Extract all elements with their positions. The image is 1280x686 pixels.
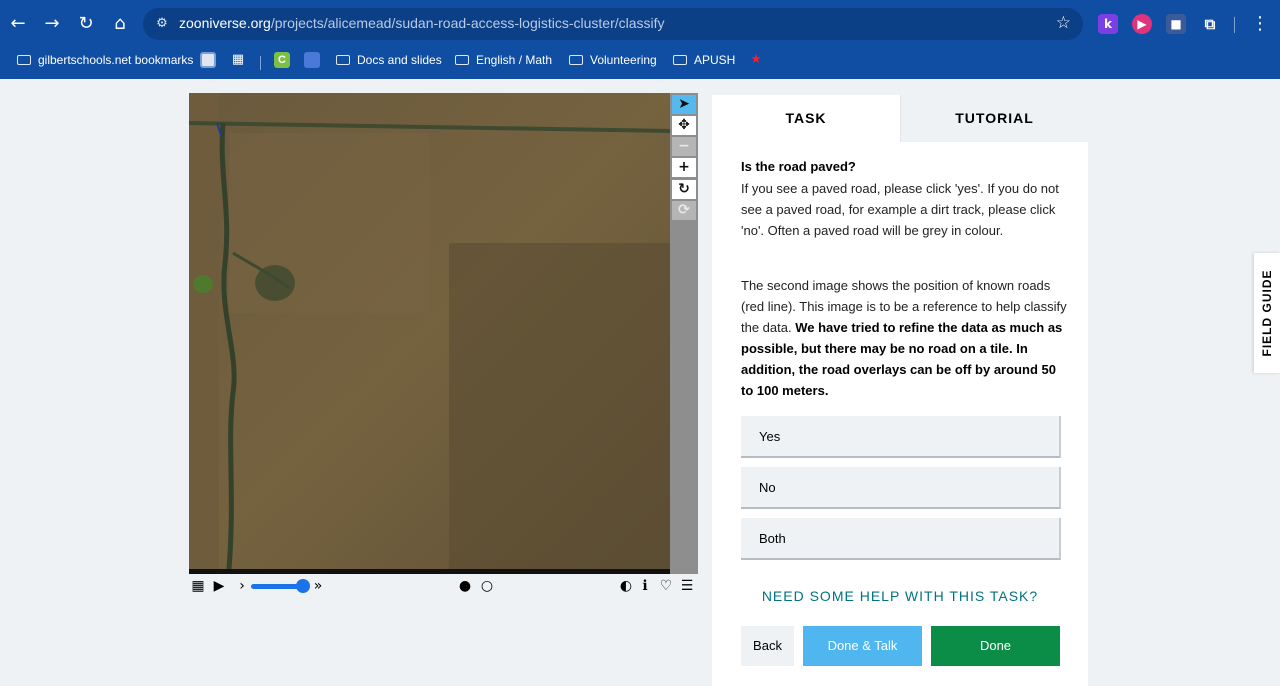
tab-task[interactable]: TASK — [712, 95, 900, 142]
fast-forward-icon[interactable]: » — [311, 577, 325, 595]
step-icon[interactable]: › — [237, 577, 247, 595]
bookmarks-bar: gilbertschools.net bookmarks ▦ C Docs an… — [0, 46, 1280, 74]
site-settings-icon[interactable]: ⚙ — [153, 15, 171, 33]
zoom-in-icon[interactable]: + — [672, 158, 696, 177]
record-extension-icon[interactable]: ▶ — [1132, 14, 1152, 34]
bookmark-label: gilbertschools.net bookmarks — [38, 53, 194, 67]
done-and-talk-button[interactable]: Done & Talk — [803, 626, 922, 666]
url-path: /projects/alicemead/sudan-road-access-lo… — [270, 15, 665, 31]
bookmarks-divider — [260, 56, 261, 70]
bookmark-label: APUSH — [694, 53, 736, 67]
grid-view-icon[interactable]: ▦ — [191, 577, 205, 595]
task-panel: TASK TUTORIAL Is the road paved? If you … — [712, 95, 1088, 686]
bookmark-label: Volunteering — [590, 53, 657, 67]
bookmark-gilbertschools[interactable]: gilbertschools.net bookmarks — [17, 51, 193, 69]
field-guide-tab[interactable]: FIELD GUIDE — [1254, 253, 1280, 373]
menu-kebab-icon[interactable]: ⋮ — [1248, 12, 1272, 36]
reference-note: The second image shows the position of k… — [741, 275, 1071, 401]
striped-bookmark-icon[interactable] — [304, 52, 320, 68]
folder-icon — [569, 55, 583, 65]
bookmark-label: English / Math — [476, 53, 553, 67]
done-button[interactable]: Done — [931, 626, 1060, 666]
satellite-image[interactable] — [189, 93, 670, 569]
folder-icon — [17, 55, 31, 65]
subject-viewer: ➤ ✥ − + ↻ ⟳ — [189, 93, 698, 597]
answer-yes-button[interactable]: Yes — [741, 416, 1061, 458]
slider-thumb[interactable] — [296, 579, 311, 593]
field-guide-label: FIELD GUIDE — [1260, 269, 1274, 357]
zoom-out-icon[interactable]: − — [672, 137, 696, 156]
favorite-heart-icon[interactable]: ♡ — [658, 577, 674, 595]
reload-icon[interactable]: ↻ — [74, 12, 98, 36]
satellite-image-render — [189, 93, 670, 569]
toolbar-divider — [1234, 17, 1235, 33]
folder-icon — [336, 55, 350, 65]
collections-list-icon[interactable]: ☰ — [679, 577, 695, 595]
select-pointer-icon[interactable]: ➤ — [672, 95, 696, 114]
folder-icon — [455, 55, 469, 65]
apps-grid-icon[interactable]: ▦ — [230, 52, 246, 68]
home-icon[interactable]: ⌂ — [108, 12, 132, 36]
frame-1-dot[interactable]: ● — [457, 577, 473, 595]
frame-2-dot[interactable]: ○ — [479, 577, 495, 595]
browser-chrome: ← → ↻ ⌂ ⚙ zooniverse.org/projects/alicem… — [0, 0, 1280, 79]
answer-both-button[interactable]: Both — [741, 518, 1061, 560]
bookmark-app-icon[interactable] — [200, 52, 216, 68]
info-icon[interactable]: ℹ — [638, 577, 652, 595]
move-icon[interactable]: ✥ — [672, 116, 696, 135]
back-arrow-icon[interactable]: ← — [6, 12, 30, 36]
url-host: zooniverse.org — [179, 15, 271, 31]
flag-bookmark-icon[interactable]: ★ — [748, 52, 764, 68]
forward-arrow-icon[interactable]: → — [40, 12, 64, 36]
help-link[interactable]: NEED SOME HELP WITH THIS TASK? — [712, 588, 1088, 604]
address-bar[interactable]: ⚙ zooniverse.org/projects/alicemead/suda… — [143, 8, 1083, 40]
answer-no-button[interactable]: No — [741, 467, 1061, 509]
c-bookmark-icon[interactable]: C — [274, 52, 290, 68]
question-instructions: If you see a paved road, please click 'y… — [741, 181, 1059, 238]
rotate-icon[interactable]: ↻ — [672, 180, 696, 199]
k-extension-icon[interactable]: k — [1098, 14, 1118, 34]
screencast-extension-icon[interactable]: ■ — [1166, 14, 1186, 34]
question-title: Is the road paved? — [741, 159, 856, 174]
play-icon[interactable]: ▶ — [211, 577, 227, 595]
extensions-puzzle-icon[interactable]: ⧉ — [1200, 14, 1220, 34]
folder-icon — [673, 55, 687, 65]
browser-toolbar: ← → ↻ ⌂ ⚙ zooniverse.org/projects/alicem… — [0, 4, 1280, 44]
bookmark-volunteering[interactable]: Volunteering — [569, 51, 657, 69]
panel-tabs: TASK TUTORIAL — [712, 95, 1088, 142]
invert-contrast-icon[interactable]: ◐ — [619, 577, 633, 595]
viewer-controls: ▦ ▶ › » ● ○ ◐ ℹ ♡ ☰ — [189, 577, 698, 597]
url-text[interactable]: zooniverse.org/projects/alicemead/sudan-… — [179, 15, 665, 31]
image-bottom-bar — [189, 569, 670, 574]
bookmark-docs-and-slides[interactable]: Docs and slides — [336, 51, 442, 69]
image-toolbar: ➤ ✥ − + ↻ ⟳ — [670, 93, 698, 574]
bookmark-apush[interactable]: APUSH — [673, 51, 735, 69]
reset-icon[interactable]: ⟳ — [672, 201, 696, 220]
bookmark-star-icon[interactable]: ☆ — [1056, 13, 1071, 33]
bookmark-english-math[interactable]: English / Math — [455, 51, 552, 69]
tab-tutorial[interactable]: TUTORIAL — [900, 95, 1088, 142]
back-button[interactable]: Back — [741, 626, 794, 666]
bookmark-label: Docs and slides — [357, 53, 442, 67]
